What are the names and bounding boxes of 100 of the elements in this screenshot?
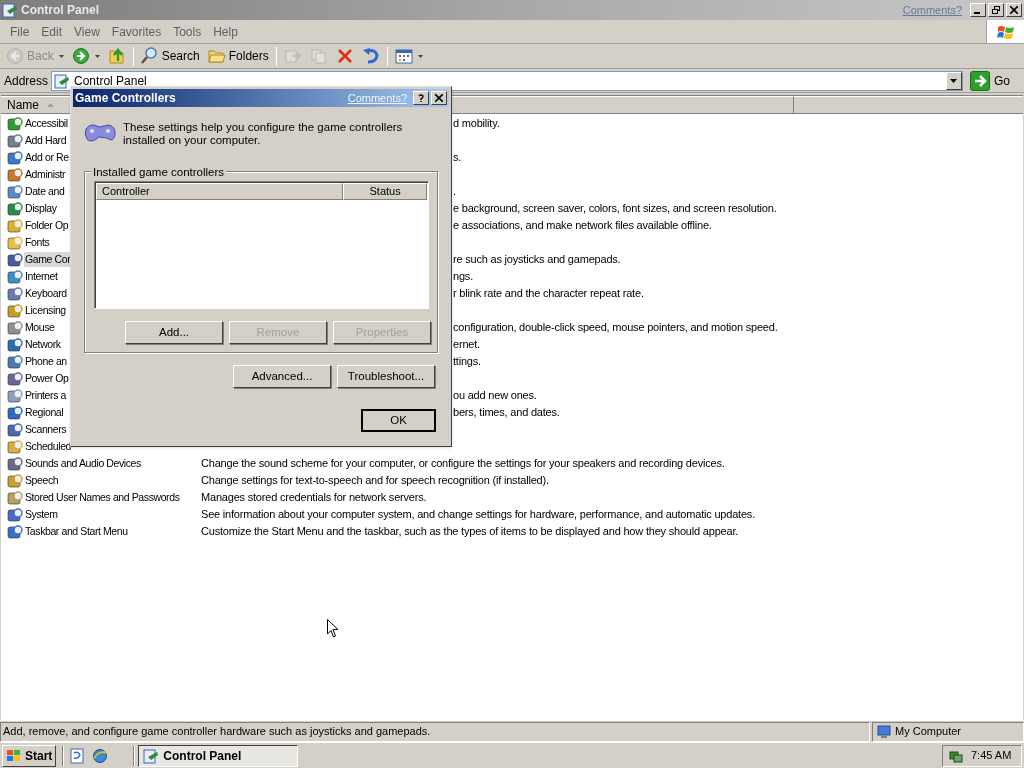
applet-icon	[7, 404, 23, 421]
applet-name[interactable]: Add Hard	[24, 132, 68, 149]
folder-up-icon	[107, 47, 126, 65]
applet-name[interactable]: Fonts	[24, 234, 51, 251]
search-icon	[140, 47, 159, 65]
applet-icon	[7, 472, 23, 489]
applet-icon	[7, 251, 23, 268]
applet-icon	[7, 523, 23, 540]
menu-item[interactable]: Tools	[167, 22, 208, 41]
ok-button[interactable]: OK	[361, 409, 436, 432]
applet-icon	[7, 234, 23, 251]
restore-button[interactable]	[988, 3, 1004, 17]
applet-description: Change settings for text-to-speech and for speech recognition (if installed).	[201, 473, 549, 489]
applet-name[interactable]: Power Op	[24, 370, 70, 387]
address-field[interactable]: Control Panel	[51, 70, 963, 91]
dropdown-button[interactable]	[946, 71, 962, 90]
control-panel-icon	[2, 2, 18, 18]
applet-icon	[7, 506, 23, 523]
dialog-button[interactable]: Troubleshoot...	[337, 365, 435, 388]
control-panel-icon	[143, 747, 160, 764]
controller-list[interactable]: Controller Status	[94, 181, 429, 309]
applet-icon	[7, 149, 23, 166]
applet-name[interactable]: Administr	[24, 166, 67, 183]
applet-name[interactable]: System	[24, 506, 59, 523]
taskbar-button[interactable]: Control Panel	[138, 744, 299, 767]
applet-icon	[7, 421, 23, 438]
dropdown-arrow-icon	[58, 54, 64, 58]
applet-description: ou add new ones.	[453, 388, 537, 404]
applet-icon	[7, 438, 23, 455]
delete-icon	[335, 47, 354, 65]
applet-description: See information about your computer system, and change settings for hardware, performance, and automatic updates.	[201, 507, 755, 523]
menu-item[interactable]: Favorites	[105, 22, 168, 41]
views-icon	[394, 47, 413, 65]
start-button[interactable]: Start	[2, 744, 57, 767]
applet-name[interactable]: Game Cor	[24, 251, 72, 268]
applet-name[interactable]: Internet	[24, 268, 59, 285]
applet-name[interactable]: Regional	[24, 404, 65, 421]
menu-item[interactable]: File	[4, 22, 36, 41]
move-to-icon	[283, 47, 302, 65]
applet-name[interactable]: Accessibil	[24, 115, 69, 132]
column-header[interactable]: Controller	[96, 183, 344, 200]
network-icon	[949, 748, 963, 763]
applet-name[interactable]: Phone an	[24, 353, 68, 370]
applet-description: bers, times, and dates.	[453, 405, 560, 421]
applet-name[interactable]: Keyboard	[24, 285, 68, 302]
applet-name[interactable]: Sounds and Audio Devices	[24, 455, 142, 472]
close-icon	[1010, 6, 1018, 14]
applet-description: re such as joysticks and gamepads.	[453, 252, 621, 268]
applet-description: ernet.	[453, 337, 480, 353]
applet-description: s.	[453, 150, 462, 166]
applet-name[interactable]: Speech	[24, 472, 60, 489]
applet-name[interactable]: Printers a	[24, 387, 67, 404]
applet-icon	[7, 268, 23, 285]
caret-icon	[950, 78, 958, 83]
applet-name[interactable]: Scanners	[24, 421, 68, 438]
applet-name[interactable]: Display	[24, 200, 58, 217]
applet-name[interactable]: Date and	[24, 183, 66, 200]
go-button[interactable]: Go	[970, 70, 1018, 91]
dialog-button[interactable]: Advanced...	[233, 365, 331, 388]
applet-icon	[7, 132, 23, 149]
applet-name[interactable]: Mouse	[24, 319, 56, 336]
applet-icon	[7, 489, 23, 506]
applet-name[interactable]: Stored User Names and Passwords	[24, 489, 181, 506]
applet-icon	[7, 285, 23, 302]
applet-description: configuration, double-click speed, mouse pointers, and motion speed.	[453, 320, 778, 336]
applet-description: ttings.	[453, 354, 481, 370]
help-button[interactable]	[413, 91, 429, 105]
applet-description: r blink rate and the character repeat rate.	[453, 286, 644, 302]
applet-name[interactable]: Folder Op	[24, 217, 70, 234]
applet-description: Change the sound scheme for your computer, or configure the settings for your speakers and recording devices.	[201, 456, 725, 472]
close-button[interactable]	[1006, 3, 1022, 17]
column-header[interactable]	[794, 96, 1023, 114]
applet-description: .	[453, 184, 456, 200]
control-panel-icon	[54, 72, 71, 89]
menu-item[interactable]: View	[68, 22, 106, 41]
dialog-button[interactable]: Add...	[125, 321, 223, 344]
applet-name[interactable]: Add or Re	[24, 149, 70, 166]
search-button[interactable]: Search	[137, 45, 203, 67]
clock: 7:45 AM	[971, 748, 1012, 764]
column-header[interactable]: Status	[343, 183, 427, 200]
minimize-button[interactable]	[970, 3, 986, 17]
close-icon	[435, 94, 443, 102]
applet-icon	[7, 115, 23, 132]
applet-description: e background, screen saver, colors, font sizes, and screen resolution.	[453, 201, 777, 217]
address-label: Address	[4, 72, 49, 90]
document-icon	[69, 747, 86, 764]
applet-name[interactable]: Licensing	[24, 302, 67, 319]
applet-description: e associations, and make network files available offline.	[453, 218, 712, 234]
applet-name[interactable]: Network	[24, 336, 62, 353]
folder-icon	[207, 47, 226, 65]
menu-item[interactable]: Help	[207, 22, 244, 41]
flag-logo-icon	[6, 748, 22, 763]
close-button[interactable]	[431, 91, 447, 105]
menu-item[interactable]: Edit	[35, 22, 69, 41]
applet-icon	[7, 319, 23, 336]
applet-name[interactable]: Scheduled	[24, 438, 73, 455]
zone-label: My Computer	[895, 724, 962, 740]
applet-name[interactable]: Taskbar and Start Menu	[24, 523, 129, 540]
folders-button[interactable]: Folders	[204, 45, 272, 67]
applet-description: Manages stored credentials for network servers.	[201, 490, 427, 506]
